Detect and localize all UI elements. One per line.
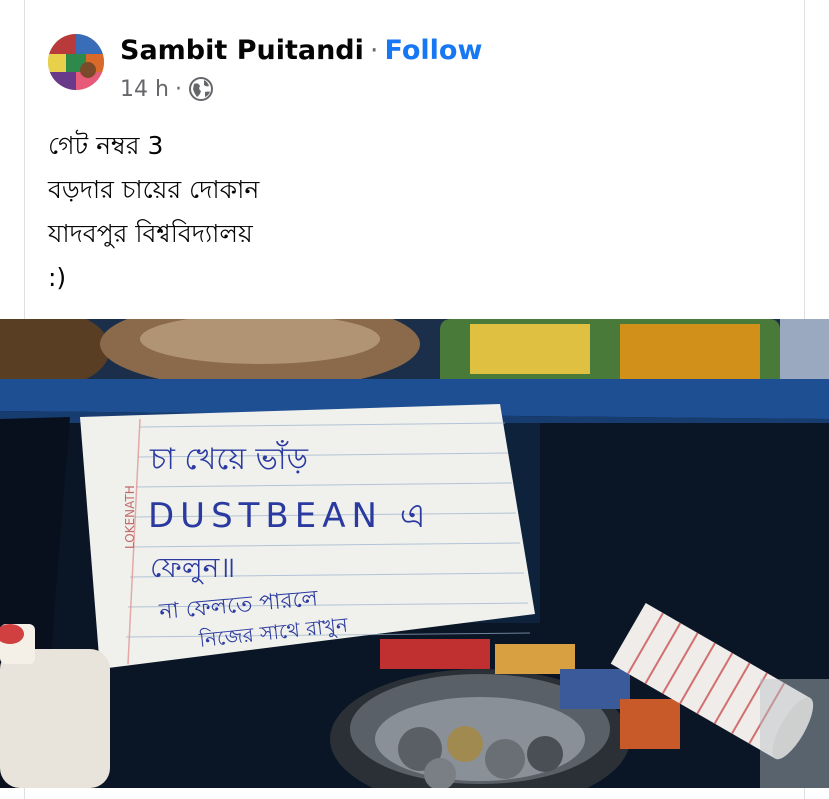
note-line: চা খেয়ে ভাঁড় — [149, 440, 309, 477]
snack-packet — [620, 699, 680, 749]
post-text-line: গেট নম্বর 3 — [48, 131, 164, 160]
post-footer-edge — [24, 788, 805, 799]
separator: · — [369, 34, 379, 66]
bottle — [0, 649, 110, 788]
note-line: DUSTBEAN এ — [148, 496, 432, 536]
post-text-line: :) — [48, 263, 67, 292]
globe-icon[interactable] — [188, 76, 214, 102]
author-name[interactable]: Sambit Puitandi — [120, 35, 364, 66]
note-line: ফেলুন॥ — [150, 551, 235, 584]
post-time[interactable]: 14 h — [120, 77, 169, 102]
coin — [447, 726, 483, 762]
post-text: গেট নম্বর 3 বড়দার চায়ের দোকান যাদবপুর … — [48, 124, 259, 300]
separator: · — [174, 76, 182, 102]
coin — [485, 739, 525, 779]
post-meta: 14 h · — [120, 74, 214, 104]
coin — [527, 736, 563, 772]
post-text-line: বড়দার চায়ের দোকান — [48, 175, 260, 204]
post-header: Sambit Puitandi · Follow — [120, 30, 482, 70]
post-text-line: যাদবপুর বিশ্ববিদ্যালয় — [48, 219, 253, 248]
note-brand: LOKENATH — [123, 485, 137, 549]
snack-packet — [380, 639, 490, 669]
post-photo[interactable]: LOKENATH চা খেয়ে ভাঁড় DUSTBEAN এ ফেলুন… — [0, 319, 829, 788]
avatar[interactable] — [48, 34, 104, 90]
follow-button[interactable]: Follow — [384, 35, 482, 66]
snack-packet — [560, 669, 630, 709]
